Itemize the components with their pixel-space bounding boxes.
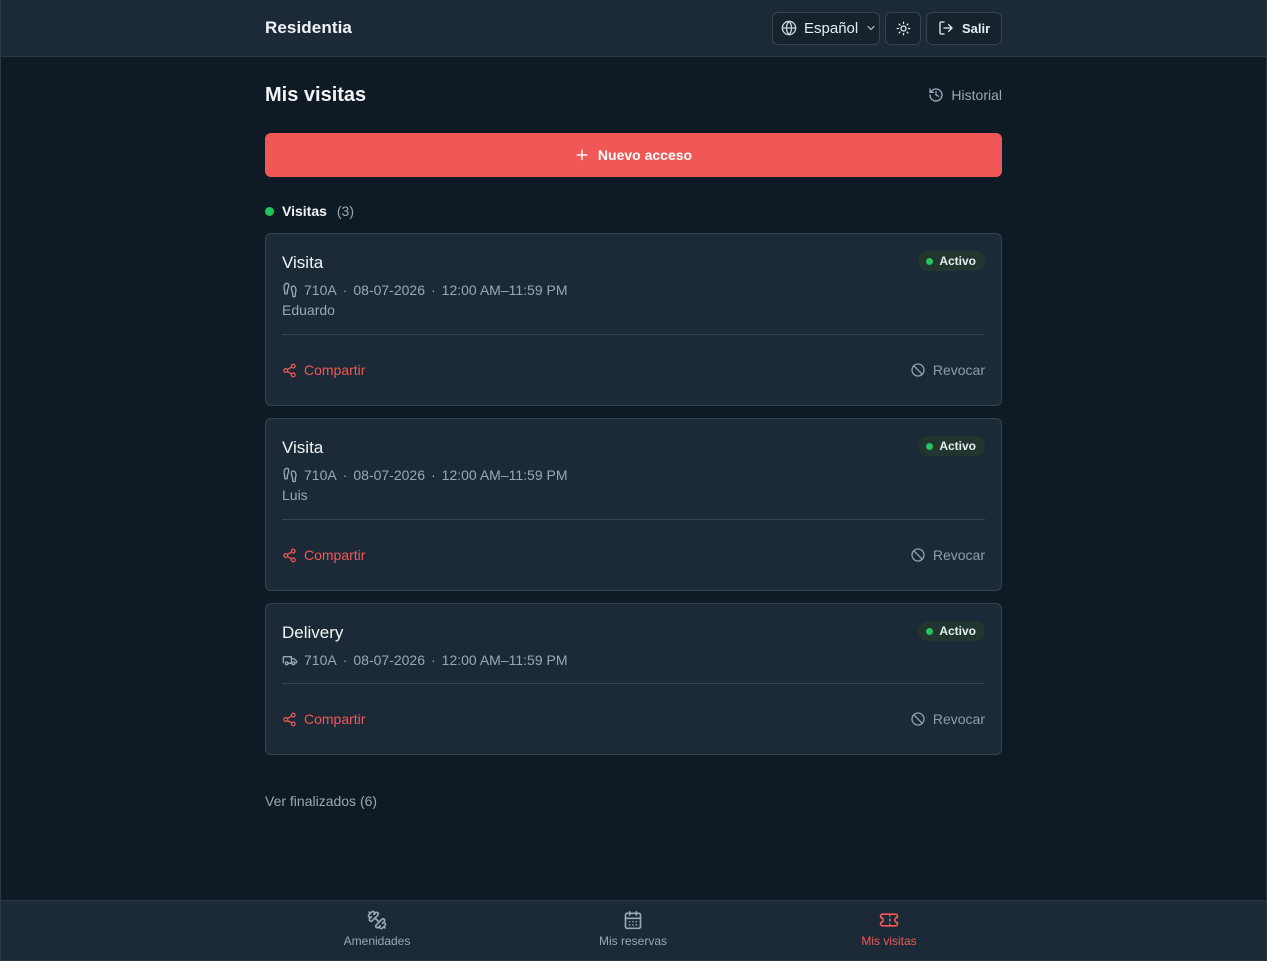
nav-item-reservations[interactable]: Mis reservas [553, 910, 713, 948]
guest-name: Eduardo [282, 302, 335, 318]
nav-item-visits[interactable]: Mis visitas [809, 910, 969, 948]
footprints-icon [282, 467, 298, 483]
status-dot [926, 442, 934, 450]
status-dot [926, 257, 934, 265]
sun-icon [896, 21, 911, 36]
title-row: Mis visitas Historial [265, 57, 1002, 133]
status-label: Activo [939, 624, 976, 638]
dumbbell-icon [367, 910, 387, 930]
view-finished-link[interactable]: Ver finalizados (6) [265, 793, 1002, 809]
top-bar: Residentia Español Salir [1, 0, 1266, 57]
theme-toggle-button[interactable] [885, 11, 921, 45]
ban-icon [910, 711, 926, 727]
history-icon [928, 87, 944, 103]
ban-icon [910, 362, 926, 378]
section-count: (3) [336, 203, 355, 219]
page-title: Mis visitas [265, 83, 367, 106]
share-label: Compartir [304, 362, 366, 378]
ticket-icon [879, 910, 899, 930]
nav-label: Mis visitas [861, 934, 917, 948]
new-access-button[interactable]: Nuevo acceso [265, 133, 1002, 177]
card-actions: Compartir Revocar [282, 684, 985, 754]
separator: · [342, 652, 348, 668]
bottom-nav: Amenidades Mis reservas Mis visitas [1, 900, 1266, 960]
revoke-button[interactable]: Revocar [910, 362, 985, 378]
visit-card: Visita Activo 710A · 08-07-2026 · 12:00 … [265, 233, 1002, 406]
status-dot [265, 206, 274, 216]
guest-name: Luis [282, 487, 308, 503]
date: 08-07-2026 [353, 467, 425, 483]
nav-label: Amenidades [343, 934, 411, 948]
status-badge: Activo [918, 436, 985, 456]
separator: · [431, 652, 436, 668]
card-meta: 710A · 08-07-2026 · 12:00 AM–11:59 PM [282, 280, 985, 300]
revoke-button[interactable]: Revocar [910, 547, 985, 563]
share-icon [282, 363, 297, 378]
share-icon [282, 712, 297, 727]
history-label: Historial [951, 87, 1002, 103]
card-meta: 710A · 08-07-2026 · 12:00 AM–11:59 PM [282, 650, 985, 670]
footprints-icon [282, 282, 298, 298]
unit: 710A [304, 652, 337, 668]
logout-label: Salir [962, 20, 991, 36]
status-label: Activo [939, 254, 976, 268]
logout-icon [938, 20, 954, 36]
calendar-icon [623, 910, 643, 930]
time-range: 12:00 AM–11:59 PM [441, 652, 568, 668]
globe-icon [781, 20, 797, 36]
card-title: Delivery [282, 623, 344, 642]
revoke-button[interactable]: Revocar [910, 711, 985, 727]
card-actions: Compartir Revocar [282, 335, 985, 405]
app-frame: Residentia Español Salir Mis visitas His… [0, 0, 1267, 961]
language-select[interactable]: Español [772, 11, 880, 45]
share-button[interactable]: Compartir [282, 362, 365, 378]
logout-button[interactable]: Salir [926, 11, 1002, 45]
share-icon [282, 548, 297, 563]
status-label: Activo [939, 439, 976, 453]
separator: · [431, 282, 436, 298]
unit: 710A [304, 282, 337, 298]
separator: · [342, 282, 348, 298]
share-label: Compartir [304, 547, 366, 563]
share-label: Compartir [304, 711, 366, 727]
new-access-label: Nuevo acceso [597, 147, 693, 163]
time-range: 12:00 AM–11:59 PM [441, 467, 568, 483]
status-dot [926, 627, 934, 635]
card-meta: 710A · 08-07-2026 · 12:00 AM–11:59 PM [282, 465, 985, 485]
plus-icon [575, 148, 589, 162]
separator: · [342, 467, 348, 483]
card-title: Visita [282, 438, 324, 457]
header-actions: Español Salir [772, 11, 1002, 45]
time-range: 12:00 AM–11:59 PM [441, 282, 568, 298]
language-label: Español [804, 19, 859, 37]
unit: 710A [304, 467, 337, 483]
ban-icon [910, 547, 926, 563]
chevron-down-icon [865, 22, 877, 34]
share-button[interactable]: Compartir [282, 547, 365, 563]
revoke-label: Revocar [932, 362, 985, 378]
main-content: Mis visitas Historial Nuevo acceso Visit… [265, 57, 1002, 809]
brand-title: Residentia [265, 18, 352, 37]
card-title: Visita [282, 253, 324, 272]
card-actions: Compartir Revocar [282, 520, 985, 590]
nav-item-amenities[interactable]: Amenidades [297, 910, 457, 948]
separator: · [431, 467, 436, 483]
share-button[interactable]: Compartir [282, 711, 365, 727]
delivery-card: Delivery Activo 710A · 08-07-2026 · 12:0… [265, 603, 1002, 755]
status-badge: Activo [918, 251, 985, 271]
history-link[interactable]: Historial [928, 87, 1002, 103]
date: 08-07-2026 [353, 652, 425, 668]
section-label: Visitas [282, 203, 327, 219]
date: 08-07-2026 [353, 282, 425, 298]
nav-label: Mis reservas [598, 934, 667, 948]
truck-icon [282, 652, 298, 668]
visit-card: Visita Activo 710A · 08-07-2026 · 12:00 … [265, 418, 1002, 591]
section-header-visits: Visitas (3) [265, 203, 1002, 219]
revoke-label: Revocar [932, 711, 985, 727]
revoke-label: Revocar [932, 547, 985, 563]
status-badge: Activo [918, 621, 985, 641]
